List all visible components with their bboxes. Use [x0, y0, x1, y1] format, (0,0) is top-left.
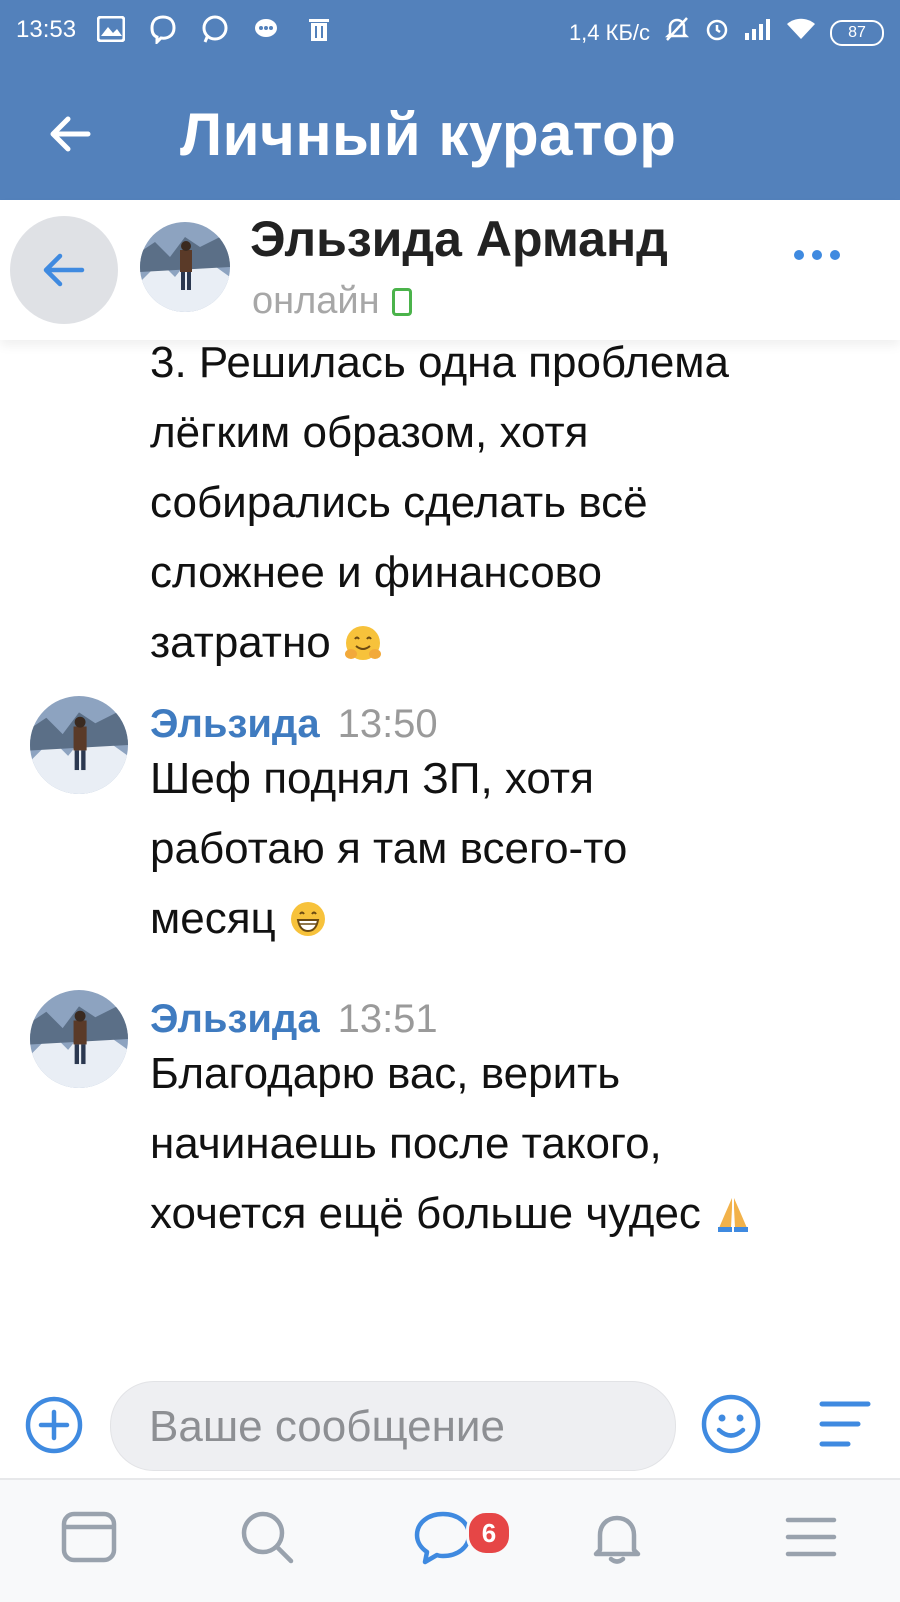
message-author[interactable]: Эльзида	[150, 997, 320, 1041]
signal-icon	[744, 17, 772, 48]
chat-header: Эльзида Арманд онлайн	[0, 200, 900, 340]
trash-notification-icon	[304, 14, 334, 44]
viber-icon	[148, 14, 178, 44]
keyboard-menu-icon[interactable]	[818, 1399, 872, 1454]
wifi-icon	[786, 17, 816, 48]
messages-icon[interactable]	[412, 1508, 472, 1568]
chat-notification-icon	[252, 14, 282, 44]
message-time: 13:51	[337, 997, 438, 1041]
menu-hamburger-icon[interactable]	[782, 1508, 842, 1568]
avatar[interactable]	[140, 222, 230, 312]
grinning-face-emoji-icon	[290, 902, 325, 936]
back-arrow-icon	[43, 253, 85, 287]
search-icon[interactable]	[238, 1508, 298, 1568]
network-speed: 1,4 КБ/с	[568, 19, 650, 45]
attach-plus-icon[interactable]	[24, 1395, 84, 1460]
back-arrow-icon[interactable]	[44, 106, 100, 162]
message-text: 3. Решилась одна проблема лёгким образом…	[150, 338, 730, 667]
news-feed-icon[interactable]	[60, 1508, 120, 1568]
online-status: онлайн	[252, 280, 412, 323]
hugging-face-emoji-icon	[344, 626, 381, 660]
alarm-off-icon	[664, 16, 690, 49]
back-button[interactable]	[10, 216, 118, 324]
battery-indicator: 87	[830, 19, 884, 46]
app-bar: Личный куратор	[0, 64, 900, 200]
more-dot-icon	[794, 250, 804, 260]
message-composer	[0, 1365, 900, 1475]
message-header: Эльзида 13:50	[150, 702, 438, 747]
message-text: Шеф поднял ЗП, хотя работаю я там всего-…	[150, 754, 628, 943]
avatar[interactable]	[30, 696, 128, 794]
message-time: 13:50	[337, 702, 438, 746]
whatsapp-icon	[200, 14, 230, 44]
notifications-bell-icon[interactable]	[588, 1508, 648, 1568]
page-title: Личный куратор	[180, 101, 677, 168]
status-time: 13:53	[16, 16, 77, 43]
avatar[interactable]	[30, 990, 128, 1088]
message-input[interactable]	[147, 1382, 651, 1472]
alarm-clock-icon	[704, 16, 730, 49]
message-input-container[interactable]	[110, 1381, 676, 1472]
bottom-navigation: 6	[0, 1478, 900, 1602]
status-text: онлайн	[252, 280, 380, 322]
more-options-button[interactable]	[794, 250, 840, 260]
photo-notification-icon	[96, 14, 126, 44]
folded-hands-emoji-icon	[718, 1198, 749, 1232]
message-header: Эльзида 13:51	[150, 997, 438, 1042]
contact-name[interactable]: Эльзида Арманд	[250, 210, 668, 268]
message-text: Благодарю вас, верить начинаешь после та…	[150, 1039, 753, 1249]
online-mobile-icon	[391, 287, 412, 316]
emoji-smile-icon[interactable]	[700, 1393, 762, 1460]
status-bar: 13:53 1,4 КБ/с 87	[0, 0, 900, 64]
message-author[interactable]: Эльзида	[150, 702, 320, 746]
unread-messages-badge: 6	[466, 1510, 512, 1556]
